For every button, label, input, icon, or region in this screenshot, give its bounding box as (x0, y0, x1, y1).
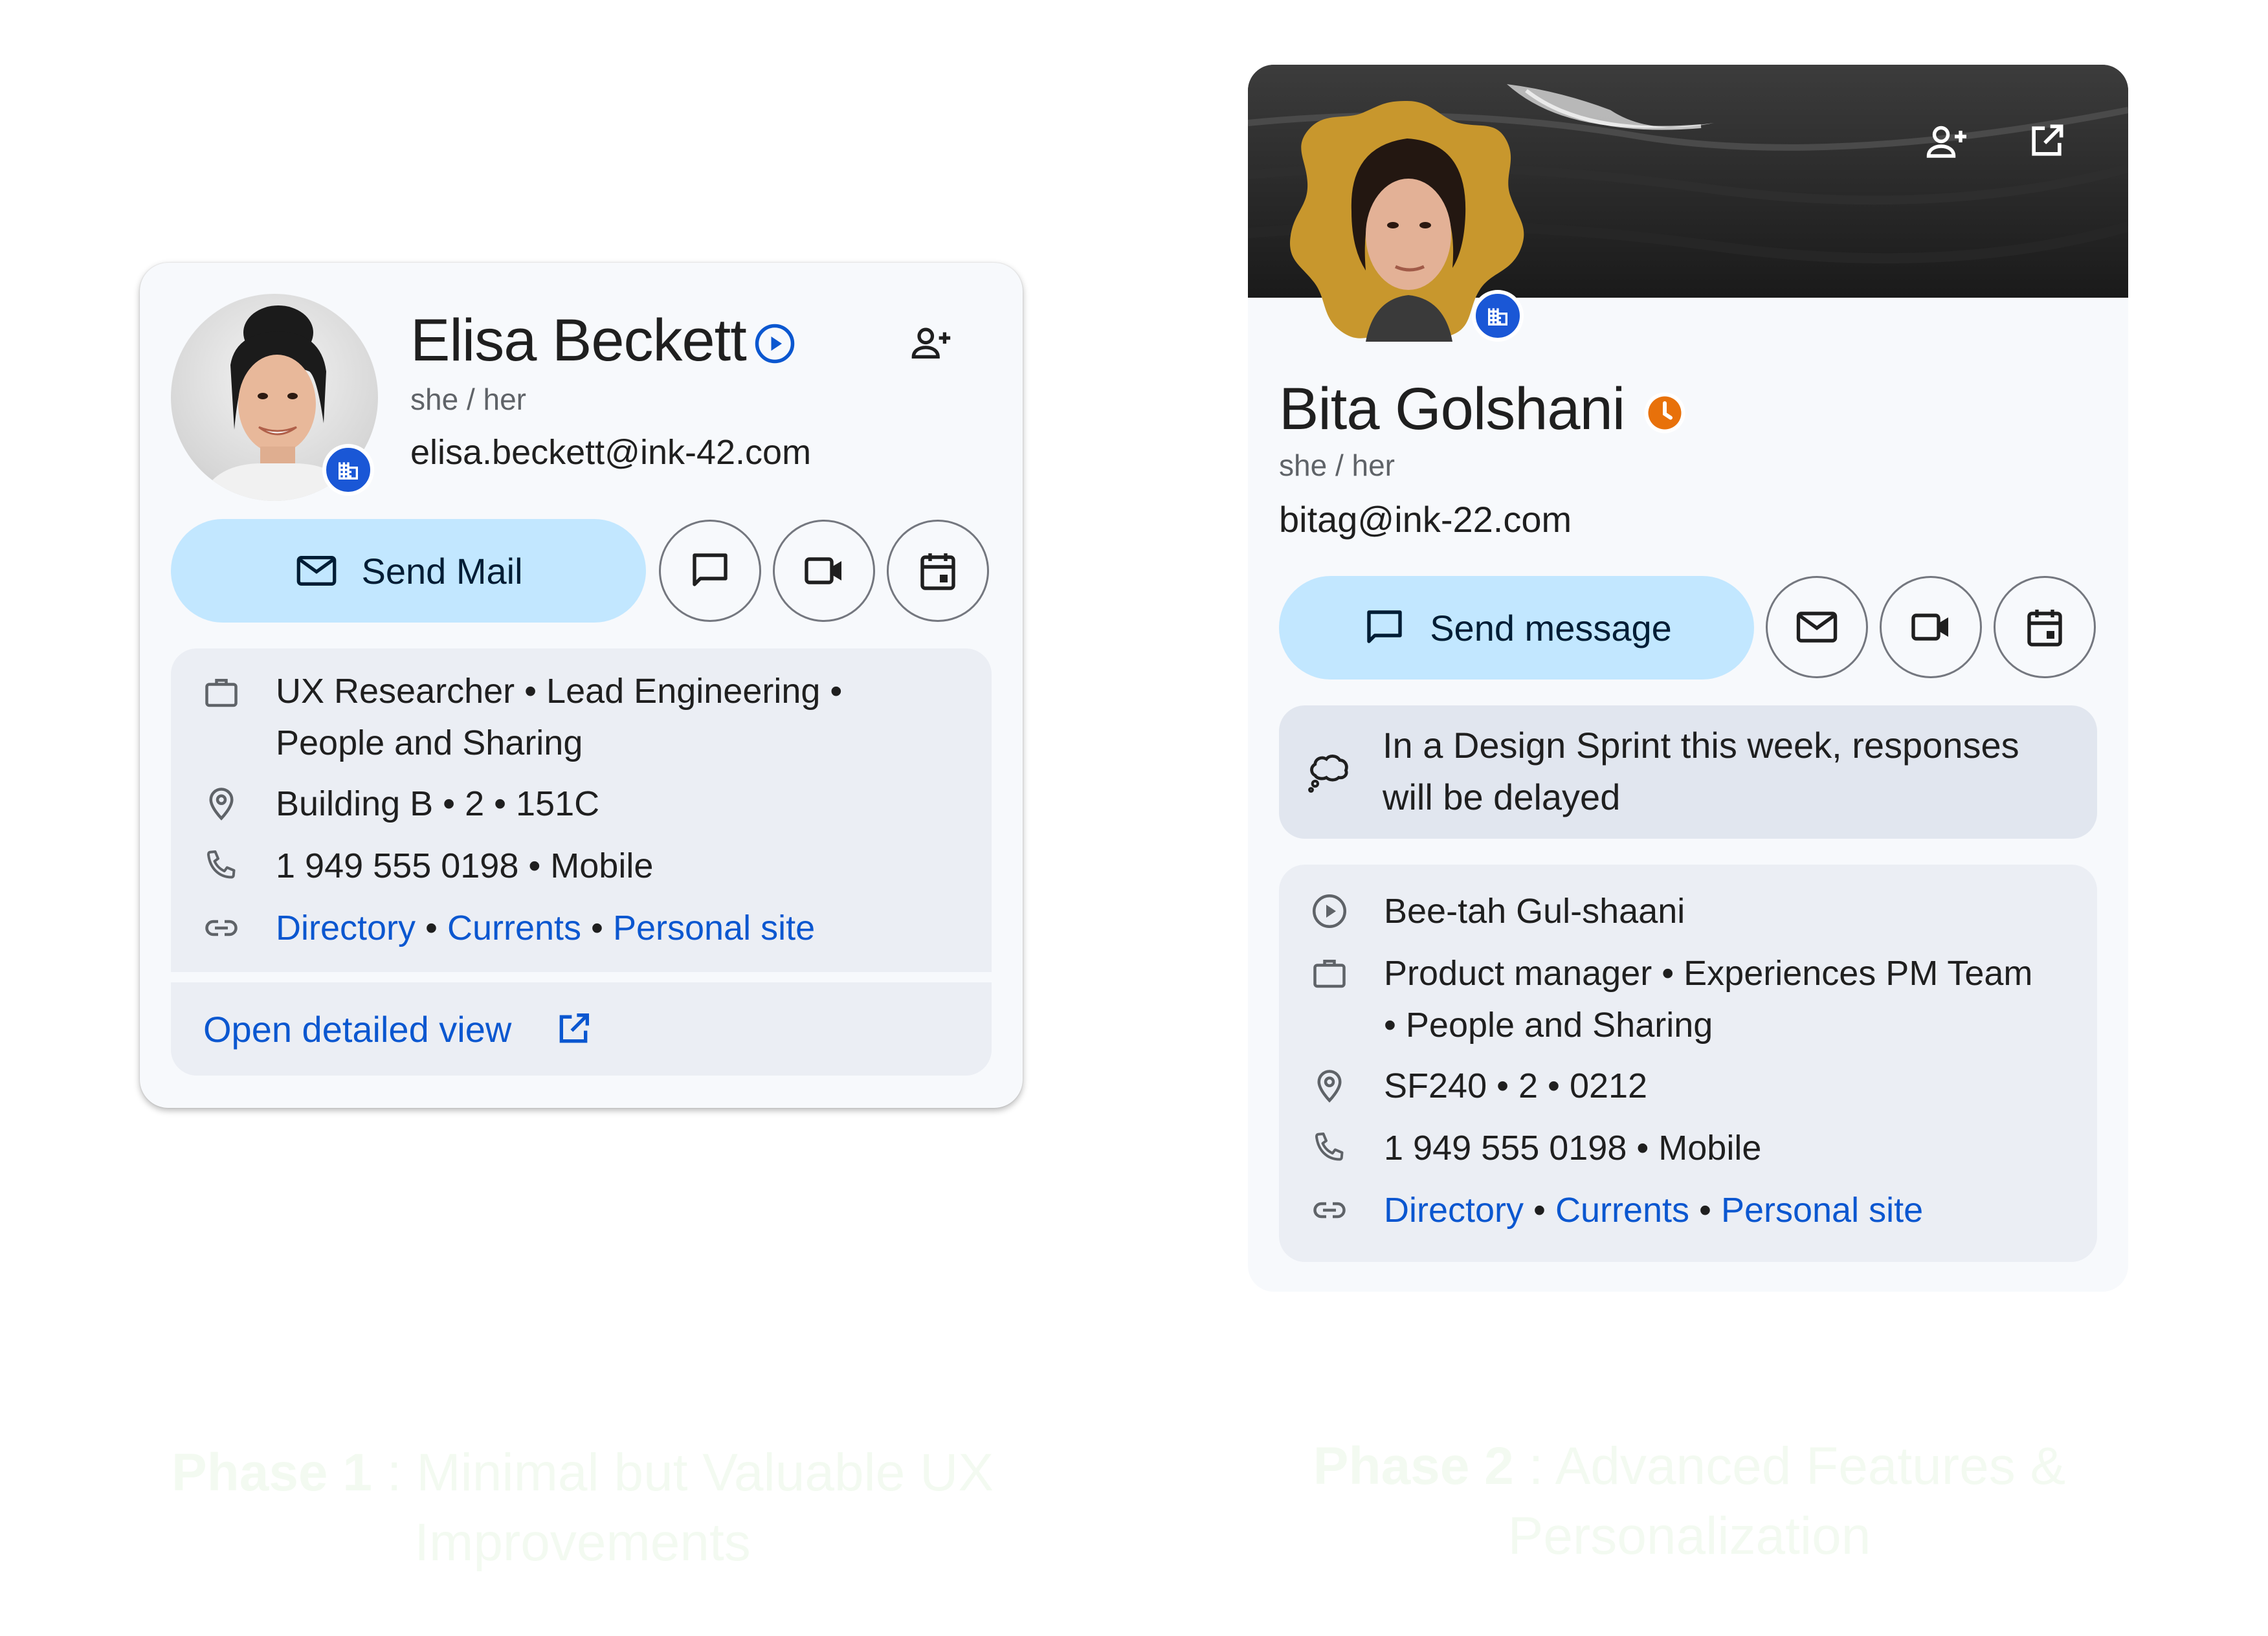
currents-link[interactable]: Currents (447, 909, 581, 947)
video-icon (805, 557, 841, 584)
add-person-icon[interactable] (909, 321, 954, 366)
phase1-label: Phase 1 (171, 1443, 372, 1502)
calendar-button[interactable] (1994, 576, 2096, 678)
contact-name: Elisa Beckett (410, 307, 747, 373)
contact-name: Bita Golshani (1279, 376, 1625, 442)
phone-icon (202, 846, 241, 885)
email-address[interactable]: bitag@ink-22.com (1279, 498, 1572, 540)
phone-number[interactable]: 1 949 555 0198 • Mobile (276, 840, 653, 892)
thought-bubble-icon (1305, 747, 1354, 796)
play-circle-icon[interactable] (1310, 892, 1349, 931)
link-separator: • (581, 909, 613, 947)
chat-icon (693, 553, 728, 586)
links-row: Directory • Currents • Personal site (276, 902, 815, 954)
building-icon (1488, 308, 1507, 326)
currents-link[interactable]: Currents (1555, 1191, 1689, 1230)
phase2-text-line2: Personalization (1507, 1507, 1871, 1565)
profile-card-phase1: Elisa Beckett she / her elisa.beckett@in… (140, 263, 1023, 1108)
contact-details-section: UX Researcher • Lead Engineering • Peopl… (171, 648, 992, 972)
directory-link[interactable]: Directory (276, 909, 416, 947)
calendar-button[interactable] (887, 520, 989, 622)
chat-icon (1367, 610, 1402, 643)
add-person-icon[interactable] (1924, 119, 1970, 166)
video-call-button[interactable] (1880, 576, 1982, 678)
job-title-line1: UX Researcher • Lead Engineering • (276, 672, 843, 711)
play-circle-icon[interactable] (753, 322, 796, 365)
status-message-banner: In a Design Sprint this week, responses … (1279, 705, 2097, 839)
office-location: Building B • 2 • 151C (276, 784, 600, 823)
send-mail-label: Send Mail (361, 550, 523, 591)
location-pin-icon (202, 784, 241, 823)
link-separator: • (1524, 1191, 1555, 1230)
chat-button[interactable] (659, 520, 761, 622)
mail-button[interactable] (1766, 576, 1868, 678)
briefcase-icon (202, 673, 241, 712)
pronouns: she / her (410, 382, 526, 416)
link-icon (1310, 1191, 1349, 1230)
phase2-label: Phase 2 (1313, 1437, 1514, 1496)
location-pin-icon (1310, 1067, 1349, 1105)
link-icon (202, 909, 241, 947)
video-call-button[interactable] (773, 520, 875, 622)
contact-details-section: Bee-tah Gul-shaani Product manager • Exp… (1279, 865, 2097, 1262)
organization-badge (1472, 290, 1524, 342)
open-external-icon (553, 1008, 594, 1050)
phase2-text: : Advanced Features & (1513, 1437, 2066, 1496)
pronouns: she / her (1279, 448, 1395, 482)
email-address[interactable]: elisa.beckett@ink-42.com (410, 432, 811, 472)
briefcase-icon (1310, 954, 1349, 993)
video-icon (1911, 614, 1948, 641)
phase1-caption: Phase 1 : Minimal but Valuable UX Improv… (129, 1438, 1036, 1578)
send-message-button[interactable]: Send message (1279, 576, 1754, 680)
job-title-line1: Product manager • Experiences PM Team (1384, 954, 2033, 993)
job-title-line2: • People and Sharing (1384, 1006, 1713, 1045)
calendar-icon (920, 553, 955, 590)
personal-site-link[interactable]: Personal site (1721, 1191, 1923, 1230)
job-title-line2: People and Sharing (276, 724, 583, 762)
mail-icon (1796, 612, 1838, 643)
directory-link[interactable]: Directory (1384, 1191, 1524, 1230)
open-detailed-view-label: Open detailed view (203, 1009, 512, 1050)
phone-icon (1310, 1129, 1349, 1167)
phase1-text: : Minimal but Valuable UX (372, 1443, 994, 1502)
links-row: Directory • Currents • Personal site (1384, 1184, 1923, 1236)
send-mail-button[interactable]: Send Mail (171, 519, 646, 623)
send-message-label: Send message (1430, 607, 1672, 648)
clock-icon (1641, 390, 1688, 436)
personal-site-link[interactable]: Personal site (613, 909, 815, 947)
phone-number[interactable]: 1 949 555 0198 • Mobile (1384, 1122, 1761, 1174)
link-separator: • (1689, 1191, 1721, 1230)
building-icon (339, 462, 358, 480)
phase1-text-line2: Improvements (414, 1513, 751, 1572)
organization-badge (322, 444, 374, 496)
open-external-icon[interactable] (2025, 119, 2069, 163)
profile-card-phase2: Bita Golshani she / her bitag@ink-22.com… (1248, 65, 2128, 1292)
office-location: SF240 • 2 • 0212 (1384, 1067, 1648, 1105)
open-detailed-view-button[interactable]: Open detailed view (171, 982, 992, 1076)
phase2-caption: Phase 2 : Advanced Features & Personaliz… (1230, 1432, 2149, 1571)
name-pronunciation: Bee-tah Gul-shaani (1384, 892, 1685, 931)
mail-icon (297, 555, 337, 586)
status-message-text: In a Design Sprint this week, responses … (1383, 725, 2019, 817)
link-separator: • (416, 909, 447, 947)
calendar-icon (2027, 610, 2062, 647)
